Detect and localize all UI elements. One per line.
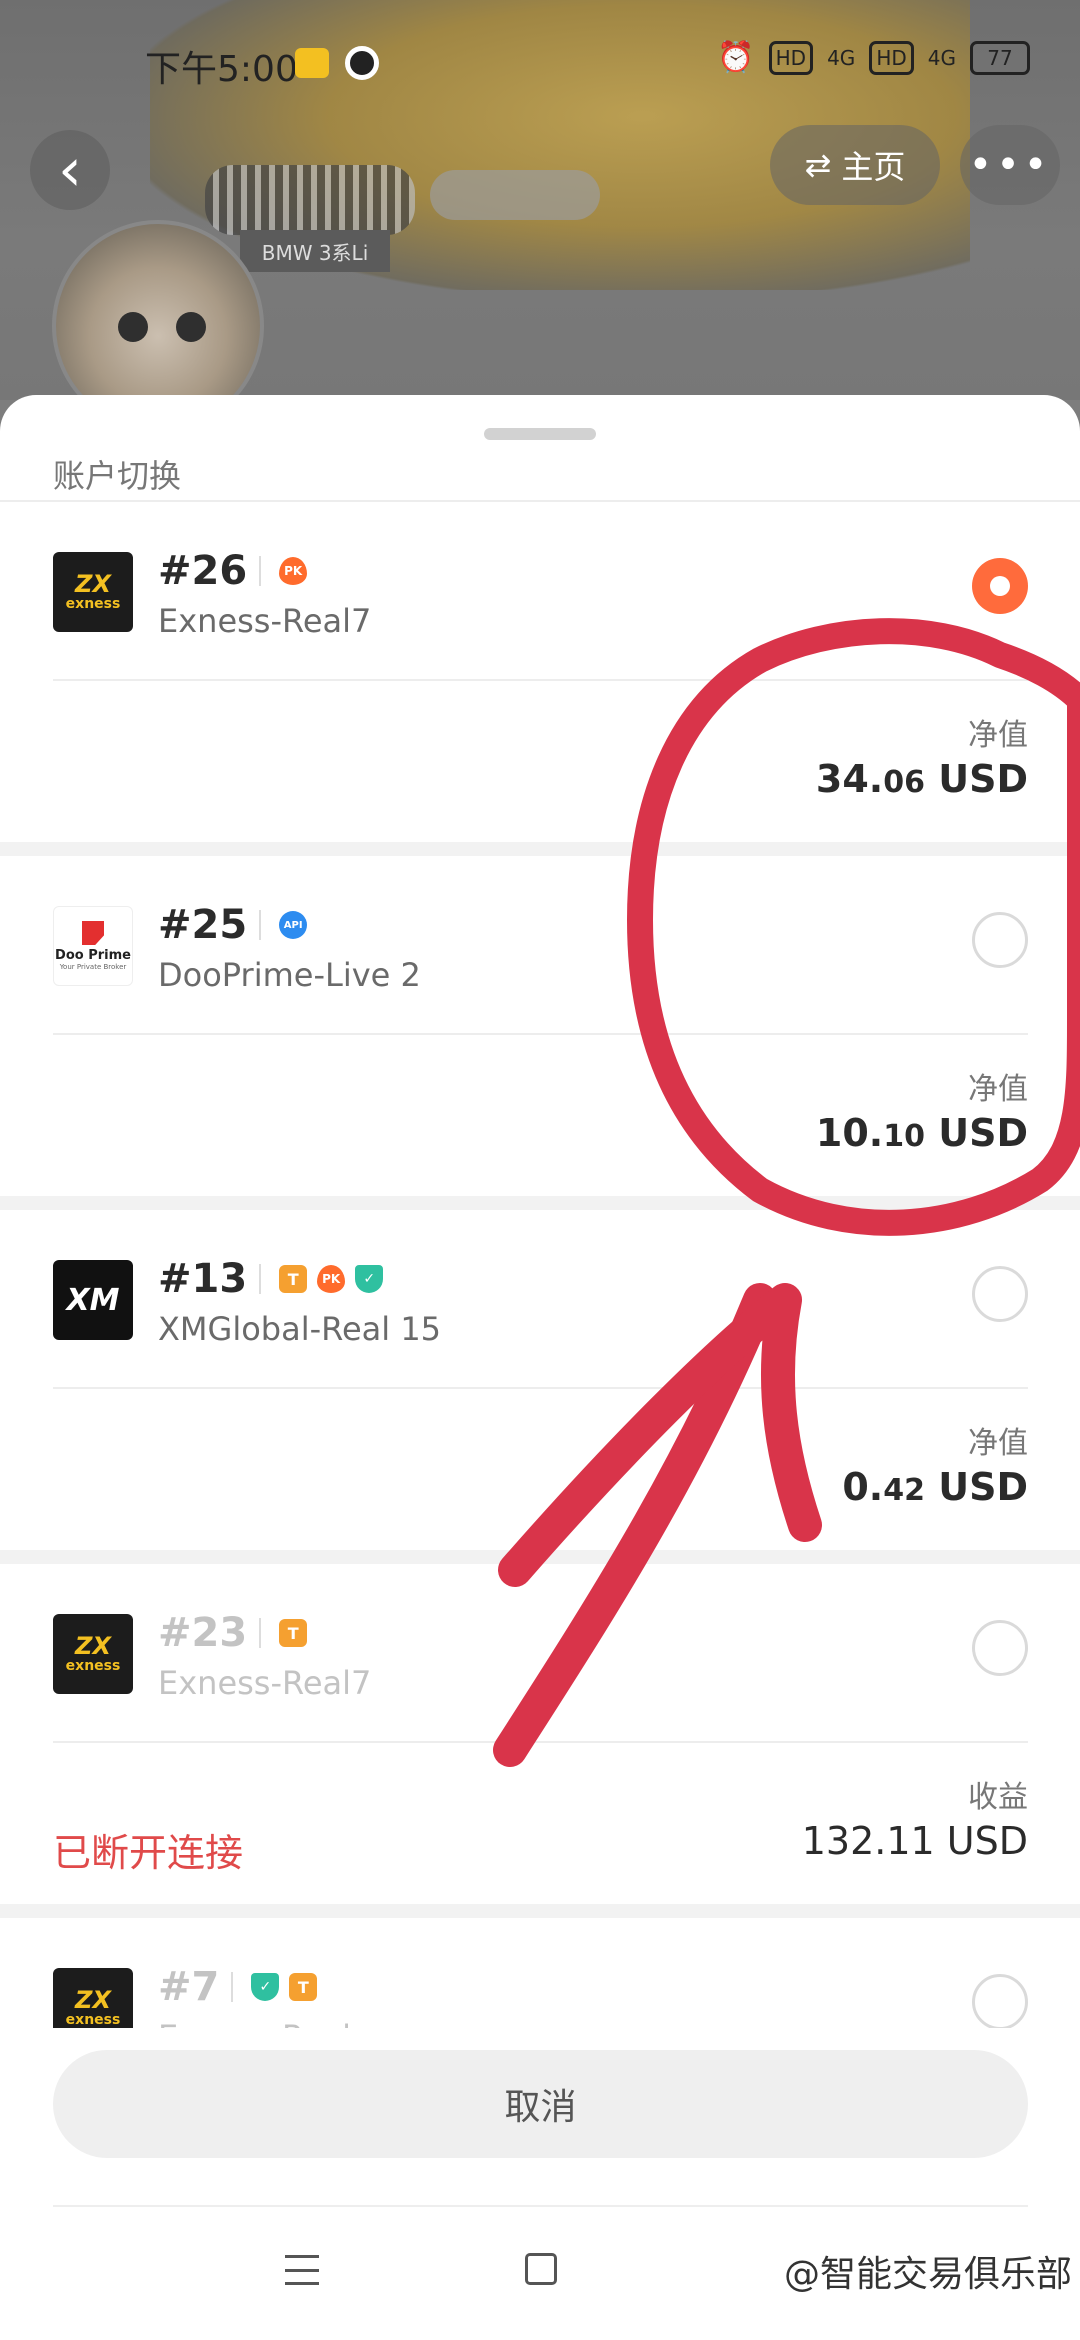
battery-icon: 77 [970,40,1030,75]
status-time: 下午5:00 [145,49,298,90]
account-list[interactable]: ZX exness #26 PK Exness-Real7 净值 34.06 U… [0,502,1080,2028]
card-separator [0,1550,1080,1564]
divider [53,1387,1028,1389]
account-radio[interactable] [972,1974,1028,2028]
account-number: #25 API [158,902,317,948]
account-radio[interactable] [972,912,1028,968]
avatar-eye-left [118,312,148,342]
xm-logo: XM [53,1260,133,1340]
shield-badge-icon: ✓ [355,1265,384,1293]
equity-value: 34.06 USD [815,757,1028,801]
account-card[interactable]: Doo Prime Your Private Broker #25 API Do… [0,856,1080,1196]
home-icon[interactable] [525,2253,557,2285]
card-separator [0,1904,1080,1918]
account-switch-sheet: 账户切换 ZX exness #26 PK Exness-Real7 净值 34… [0,395,1080,2340]
t-badge-icon: T [279,1265,308,1293]
car-grille [205,165,415,235]
sheet-drag-handle[interactable] [484,428,596,440]
account-card[interactable]: ZX exness #23 T Exness-Real7 已断开连接 收益 13… [0,1564,1080,1904]
more-dots-icon: ••• [968,142,1052,188]
separator [231,1972,234,2002]
exness-logo: ZX exness [53,552,133,632]
account-server: XMGlobal-Real 15 [158,1310,442,1348]
hd-indicator: HD [768,40,814,75]
equity-label: 净值 [968,1072,1028,1107]
account-server: Exness-Real7 [158,602,372,640]
divider [53,1741,1028,1743]
menu-icon[interactable] [285,2255,319,2285]
disconnected-status: 已断开连接 [53,1831,244,1875]
separator [259,1618,262,1648]
account-server: DooPrime-Live 2 [158,956,421,994]
pk-badge-icon: PK [279,557,308,585]
switch-home-button[interactable]: ⇄ 主页 [770,125,940,205]
account-server: Exness-Real [158,2018,351,2028]
network-4g-indicator-2: 4G [927,45,956,70]
account-card[interactable]: ZX exness #26 PK Exness-Real7 净值 34.06 U… [0,502,1080,842]
switch-home-label: 主页 [841,148,906,186]
account-number: #26 PK [158,548,317,594]
profit-label: 收益 [968,1780,1028,1815]
avatar-eye-right [176,312,206,342]
back-button[interactable]: ‹ [30,130,110,210]
watermark: @智能交易俱乐部 [783,2254,1072,2295]
mail-notification-icon [295,48,329,78]
more-button[interactable]: ••• [960,125,1060,205]
status-bar: 下午5:00 ⏰ HD 4G HD 4G 77 [0,40,1080,90]
hd-indicator-2: HD [869,40,914,75]
t-badge-icon: T [289,1973,318,2001]
swap-icon: ⇄ [804,146,832,184]
equity-label: 净值 [968,1426,1028,1461]
car-headlamp [430,170,600,220]
status-indicators: ⏰ HD 4G HD 4G 77 [717,40,1030,75]
separator [259,910,262,940]
dooprime-logo: Doo Prime Your Private Broker [53,906,133,986]
license-plate: BMW 3系Li [240,230,390,272]
divider [53,679,1028,681]
separator [259,1264,262,1294]
dooprime-mark-icon [82,921,104,945]
account-radio[interactable] [972,1266,1028,1322]
account-card[interactable]: ZX exness #7 ✓ T Exness-Real [0,1918,1080,2028]
account-radio[interactable] [972,1620,1028,1676]
account-radio-selected[interactable] [972,558,1028,614]
account-number: #13 T PK ✓ [158,1256,393,1302]
api-badge-icon: API [279,911,308,939]
account-card[interactable]: XM #13 T PK ✓ XMGlobal-Real 15 净值 0.42 U… [0,1210,1080,1550]
equity-value: 10.10 USD [815,1111,1028,1155]
shield-badge-icon: ✓ [251,1973,280,2001]
network-4g-indicator: 4G [827,45,856,70]
card-separator [0,842,1080,856]
card-separator [0,1196,1080,1210]
account-number: #7 ✓ T [158,1964,327,2010]
clock-notification-icon [345,46,379,80]
divider [53,1033,1028,1035]
equity-label: 净值 [968,718,1028,753]
exness-logo: ZX exness [53,1614,133,1694]
pk-badge-icon: PK [317,1265,346,1293]
chevron-left-icon: ‹ [58,135,82,205]
screen: BMW 3系Li 下午5:00 ⏰ HD 4G HD 4G 77 ‹ ⇄ 主页 … [0,0,1080,2340]
separator [259,556,262,586]
account-number: #23 T [158,1610,317,1656]
profit-value: 132.11 USD [801,1819,1028,1863]
account-server: Exness-Real7 [158,1664,372,1702]
t-badge-icon: T [279,1619,308,1647]
system-nav-bar: @智能交易俱乐部 [0,2225,1080,2325]
divider [53,2205,1028,2207]
alarm-icon: ⏰ [717,40,755,75]
sheet-title: 账户切换 [53,457,182,495]
exness-logo: ZX exness [53,1968,133,2028]
cancel-button[interactable]: 取消 [53,2050,1028,2158]
equity-value: 0.42 USD [842,1465,1028,1509]
